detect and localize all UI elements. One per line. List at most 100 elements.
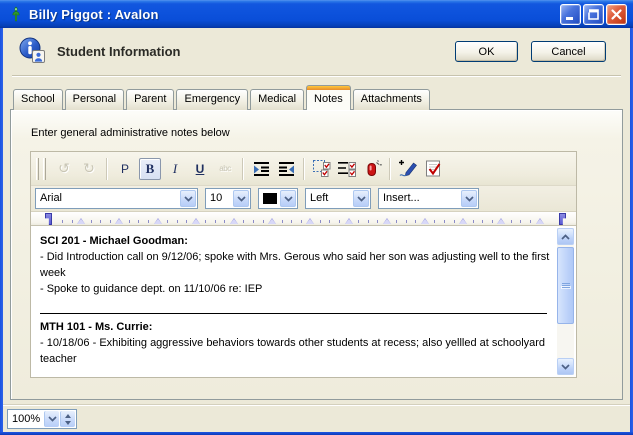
ruler-tabstop-marker bbox=[192, 218, 200, 224]
ruler-tick bbox=[148, 220, 149, 223]
tab-medical[interactable]: Medical bbox=[250, 89, 304, 110]
spinner-down-icon bbox=[65, 421, 71, 425]
alignment-select[interactable]: Left bbox=[305, 188, 371, 209]
ruler-tick bbox=[444, 220, 445, 223]
plain-text-button[interactable]: P bbox=[114, 158, 136, 180]
ruler-tick bbox=[224, 220, 225, 223]
notes-document[interactable]: SCI 201 - Michael Goodman: - Did Introdu… bbox=[31, 226, 557, 377]
spell-check-icon[interactable] bbox=[422, 158, 444, 180]
annotate-pen-icon[interactable] bbox=[397, 158, 419, 180]
toolbar-grip[interactable] bbox=[43, 158, 46, 180]
auto-number-icon[interactable] bbox=[361, 158, 383, 180]
ruler-tick bbox=[320, 220, 321, 223]
tab-attachments[interactable]: Attachments bbox=[353, 89, 430, 110]
scroll-down-icon[interactable] bbox=[557, 358, 574, 375]
scroll-up-icon[interactable] bbox=[557, 228, 574, 245]
maximize-icon bbox=[586, 7, 601, 22]
font-toolbar: Arial 10 Left Insert... bbox=[31, 186, 576, 212]
ruler-tick bbox=[396, 220, 397, 223]
ruler-tick bbox=[243, 220, 244, 223]
chevron-down-icon[interactable] bbox=[44, 411, 59, 427]
toolbar-grip[interactable] bbox=[36, 158, 39, 180]
format-toolbar: ↺ ↻ P B I U abc bbox=[31, 152, 576, 186]
checklist-icon[interactable] bbox=[336, 158, 358, 180]
student-info-icon bbox=[19, 37, 46, 64]
ruler-tick bbox=[91, 220, 92, 223]
close-button[interactable] bbox=[606, 4, 627, 25]
ruler-tick bbox=[177, 220, 178, 223]
ruler-tick bbox=[129, 220, 130, 223]
ruler-tabstop-marker bbox=[306, 218, 314, 224]
cancel-button[interactable]: Cancel bbox=[531, 41, 606, 62]
ruler-tick bbox=[492, 220, 493, 223]
vertical-scrollbar[interactable] bbox=[557, 228, 574, 375]
student-information-window: Billy Piggot : Avalon Student bbox=[0, 0, 633, 435]
ruler-left-margin-marker[interactable] bbox=[45, 213, 52, 225]
indent-decrease-icon[interactable] bbox=[275, 158, 297, 180]
blank-line bbox=[40, 297, 555, 311]
ruler-tick bbox=[530, 220, 531, 223]
checkbox-select-icon[interactable] bbox=[311, 158, 333, 180]
chevron-down-icon bbox=[233, 190, 249, 207]
notes-text-area[interactable]: SCI 201 - Michael Goodman: - Did Introdu… bbox=[31, 226, 576, 377]
tab-parent[interactable]: Parent bbox=[126, 89, 174, 110]
font-size-select[interactable]: 10 bbox=[205, 188, 251, 209]
bold-button[interactable]: B bbox=[139, 158, 161, 180]
ruler-tick bbox=[520, 220, 521, 223]
ruler-tabstop-marker bbox=[536, 218, 544, 224]
zoom-spinner[interactable] bbox=[60, 411, 75, 427]
ruler-tick bbox=[473, 220, 474, 223]
maximize-button[interactable] bbox=[583, 4, 604, 25]
ruler-tick bbox=[186, 220, 187, 223]
titlebar: Billy Piggot : Avalon bbox=[0, 0, 633, 28]
ok-button[interactable]: OK bbox=[455, 41, 518, 62]
indent-increase-icon[interactable] bbox=[250, 158, 272, 180]
tab-school[interactable]: School bbox=[13, 89, 63, 110]
font-family-select[interactable]: Arial bbox=[35, 188, 198, 209]
minimize-button[interactable] bbox=[560, 4, 581, 25]
tab-emergency[interactable]: Emergency bbox=[176, 89, 248, 110]
chevron-down-icon bbox=[461, 190, 477, 207]
redo-icon[interactable]: ↻ bbox=[78, 158, 100, 180]
font-size-value: 10 bbox=[206, 189, 232, 208]
font-color-swatch bbox=[263, 193, 277, 204]
ruler-right-margin-marker[interactable] bbox=[559, 213, 566, 225]
note-line: - Did Introduction call on 9/12/06; spok… bbox=[40, 249, 555, 281]
alignment-value: Left bbox=[306, 189, 352, 208]
ruler-tabstop-marker bbox=[154, 218, 162, 224]
ruler-tabstop-marker bbox=[230, 218, 238, 224]
spinner-up-icon bbox=[65, 414, 71, 418]
undo-icon[interactable]: ↺ bbox=[53, 158, 75, 180]
font-color-select[interactable] bbox=[258, 188, 298, 209]
ruler-tick bbox=[368, 220, 369, 223]
toolbar-separator bbox=[303, 158, 305, 180]
ruler-tick bbox=[282, 220, 283, 223]
note-section: SCI 201 - Michael Goodman: - Did Introdu… bbox=[40, 233, 555, 297]
page-title: Student Information bbox=[57, 44, 181, 59]
ruler-tick bbox=[329, 220, 330, 223]
scrollbar-thumb[interactable] bbox=[557, 247, 574, 324]
ruler-tabstop-marker bbox=[459, 218, 467, 224]
ruler[interactable] bbox=[31, 212, 576, 226]
ruler-tabstop-marker bbox=[77, 218, 85, 224]
ruler-tick bbox=[215, 220, 216, 223]
note-section-title: MTH 101 - Ms. Currie: bbox=[40, 319, 555, 335]
ruler-tabstop-marker bbox=[345, 218, 353, 224]
chevron-down-icon bbox=[280, 190, 296, 207]
italic-button[interactable]: I bbox=[164, 158, 186, 180]
note-section: MTH 101 - Ms. Currie: - 10/18/06 - Exhib… bbox=[40, 319, 555, 367]
tab-notes[interactable]: Notes bbox=[306, 86, 351, 110]
font-family-value: Arial bbox=[36, 189, 179, 208]
ruler-tick bbox=[482, 220, 483, 223]
ruler-tick bbox=[377, 220, 378, 223]
window-border-left bbox=[0, 28, 3, 435]
note-line: - 10/18/06 - Exhibiting aggressive behav… bbox=[40, 335, 555, 367]
note-line: - Spoke to guidance dept. on 11/10/06 re… bbox=[40, 281, 555, 297]
ruler-tick bbox=[263, 220, 264, 223]
toolbar-separator bbox=[242, 158, 244, 180]
underline-button[interactable]: U bbox=[189, 158, 211, 180]
insert-select[interactable]: Insert... bbox=[378, 188, 479, 209]
zoom-control[interactable]: 100% bbox=[7, 409, 77, 429]
tab-personal[interactable]: Personal bbox=[65, 89, 124, 110]
clear-formatting-icon[interactable]: abc bbox=[214, 158, 236, 180]
